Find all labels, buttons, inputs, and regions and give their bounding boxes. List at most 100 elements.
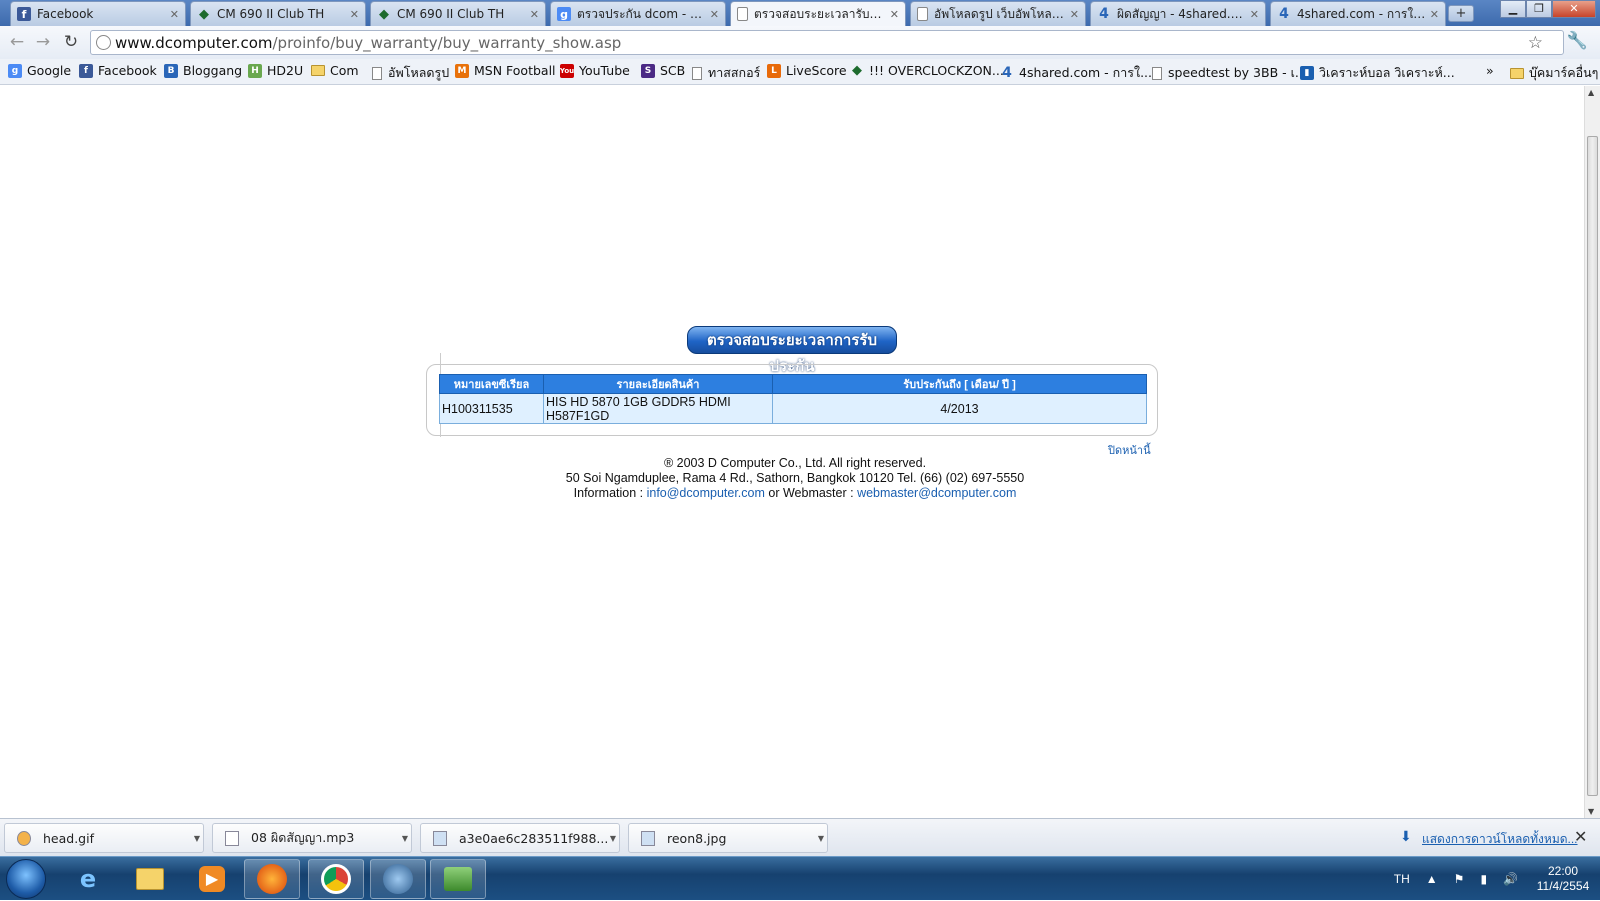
language-indicator[interactable]: TH <box>1394 872 1410 886</box>
tab-cm690-1[interactable]: ◆ CM 690 II Club TH ✕ <box>190 1 366 26</box>
bookmark-facebook[interactable]: f Facebook <box>79 63 157 78</box>
back-button[interactable]: ← <box>6 32 28 52</box>
maximize-button[interactable]: ❐ <box>1526 0 1552 18</box>
image-file-icon <box>641 830 655 846</box>
download-item[interactable]: reon8.jpg ▼ <box>628 823 828 853</box>
bookmark-youtube[interactable]: You YouTube <box>560 63 630 78</box>
msn-icon: M <box>455 63 469 78</box>
forward-button[interactable]: → <box>32 32 54 52</box>
close-icon[interactable]: ✕ <box>1070 8 1079 21</box>
close-icon[interactable]: ✕ <box>1574 827 1587 846</box>
taskbar-internet-explorer[interactable]: e <box>60 859 116 899</box>
tab-title: CM 690 II Club TH <box>397 7 505 21</box>
bookmark-label: !!! OVERCLOCKZON... <box>869 63 1004 78</box>
address-bar[interactable]: www.dcomputer.com/proinfo/buy_warranty/b… <box>90 30 1564 55</box>
taskbar-messenger[interactable] <box>370 859 426 899</box>
page-icon <box>692 66 702 80</box>
gif-file-icon <box>17 830 31 846</box>
bookmark-label: YouTube <box>579 63 630 78</box>
taskbar-firefox[interactable] <box>244 859 300 899</box>
show-all-downloads-link[interactable]: แสดงการดาวน์โหลดทั้งหมด... <box>1422 830 1578 849</box>
4shared-icon: 4 <box>1099 6 1109 22</box>
chevron-down-icon[interactable]: ▼ <box>607 834 619 843</box>
tab-4shared-2[interactable]: 4 4shared.com - การใช้แ... ✕ <box>1270 1 1446 26</box>
close-window-button[interactable]: ✕ <box>1552 0 1596 18</box>
check-warranty-button[interactable]: ตรวจสอบระยะเวลาการรับประกัน <box>687 326 897 375</box>
tab-4shared-1[interactable]: 4 ผิดสัญญา - 4shared.co... ✕ <box>1090 1 1266 26</box>
tab-facebook[interactable]: f Facebook ✕ <box>10 1 186 26</box>
header-serial: หมายเลขซีเรียล <box>439 374 544 394</box>
bookmark-upload[interactable]: อัพโหลดรูป <box>372 63 449 83</box>
diamond-icon: ◆ <box>852 63 862 78</box>
taskbar-media-player[interactable]: ▶ <box>184 859 240 899</box>
tab-title: อัพโหลดรูป เว็บอัพโหลดรู... <box>934 6 1066 21</box>
tab-warranty-active[interactable]: ตรวจสอบระยะเวลารับประ... ✕ <box>730 1 906 26</box>
scroll-up-icon[interactable]: ▲ <box>1588 88 1594 97</box>
close-icon[interactable]: ✕ <box>170 8 179 21</box>
taskbar-explorer[interactable] <box>122 859 178 899</box>
close-icon[interactable]: ✕ <box>1250 8 1259 21</box>
info-email-link[interactable]: info@dcomputer.com <box>647 486 765 500</box>
chevron-down-icon[interactable]: ▼ <box>815 834 827 843</box>
bookmark-google[interactable]: g Google <box>8 63 71 78</box>
bookmarks-overflow-button[interactable]: » <box>1486 63 1494 78</box>
close-icon[interactable]: ✕ <box>350 8 359 21</box>
bookmark-scb[interactable]: S SCB <box>641 63 685 78</box>
show-hidden-icons-icon[interactable]: ▲ <box>1426 872 1438 886</box>
diamond-icon: ◆ <box>199 6 209 22</box>
taskbar-chrome[interactable] <box>308 859 364 899</box>
minimize-button[interactable]: ▁ <box>1500 0 1526 18</box>
bookmark-4shared[interactable]: 4 4shared.com - การใ... <box>1000 63 1152 83</box>
start-button[interactable] <box>6 859 46 899</box>
detail-line: H587F1GD <box>546 408 610 423</box>
close-icon[interactable]: ✕ <box>530 8 539 21</box>
page-content: ตรวจสอบระยะเวลาการรับประกัน หมายเลขซีเรี… <box>0 86 1584 818</box>
webmaster-email-link[interactable]: webmaster@dcomputer.com <box>857 486 1016 500</box>
wrench-menu-icon[interactable]: 🔧 <box>1567 31 1588 51</box>
bookmark-overclockzone[interactable]: ◆ !!! OVERCLOCKZON... <box>850 63 1004 78</box>
cell-detail: HIS HD 5870 1GB GDDR5 HDMI H587F1GD <box>543 393 773 424</box>
new-tab-button[interactable]: + <box>1448 5 1474 22</box>
chevron-down-icon[interactable]: ▼ <box>399 834 411 843</box>
network-icon[interactable]: ▮ <box>1480 872 1487 886</box>
other-bookmarks[interactable]: บุ๊คมาร์คอื่นๆ <box>1510 63 1598 83</box>
bookmark-label: วิเคราะห์บอล วิเคราะห์... <box>1319 65 1455 80</box>
tab-upload[interactable]: อัพโหลดรูป เว็บอัพโหลดรู... ✕ <box>910 1 1086 26</box>
tab-cm690-2[interactable]: ◆ CM 690 II Club TH ✕ <box>370 1 546 26</box>
bookmark-speedtest[interactable]: speedtest by 3BB - เ... <box>1152 63 1307 83</box>
volume-icon[interactable]: 🔊 <box>1503 872 1518 886</box>
bookmark-thasscore[interactable]: ทาสสกอร์ <box>692 63 760 83</box>
download-item[interactable]: a3e0ae6c283511f988....jpg ▼ <box>420 823 620 853</box>
close-icon[interactable]: ✕ <box>710 8 719 21</box>
bookmark-msn-football[interactable]: M MSN Football <box>455 63 556 78</box>
clock[interactable]: 22:00 11/4/2554 <box>1526 864 1600 894</box>
bookmark-livescore[interactable]: L LiveScore <box>767 63 847 78</box>
bookmark-hd2u[interactable]: H HD2U <box>248 63 303 78</box>
close-icon[interactable]: ✕ <box>890 8 899 21</box>
download-item[interactable]: 08 ผิดสัญญา.mp3 ▼ <box>212 823 412 853</box>
bookmarks-bar: g Google f Facebook B Bloggang H HD2U Com อั… <box>0 59 1600 85</box>
reload-button[interactable]: ↻ <box>60 32 82 52</box>
page-icon: ▮ <box>1300 66 1314 80</box>
window-controls: ▁ ❐ ✕ <box>1500 0 1596 18</box>
tab-google-search[interactable]: g ตรวจประกัน dcom - ค้น... ✕ <box>550 1 726 26</box>
scroll-down-icon[interactable]: ▼ <box>1588 807 1594 816</box>
messenger-icon <box>383 864 413 894</box>
close-icon[interactable]: ✕ <box>1430 8 1439 21</box>
download-shelf: head.gif ▼ 08 ผิดสัญญา.mp3 ▼ a3e0ae6c283… <box>0 818 1600 856</box>
tab-title: CM 690 II Club TH <box>217 7 325 21</box>
taskbar-app[interactable] <box>430 859 486 899</box>
download-item[interactable]: head.gif ▼ <box>4 823 204 853</box>
bookmark-analysis[interactable]: ▮ วิเคราะห์บอล วิเคราะห์... <box>1300 63 1455 83</box>
bookmark-star-icon[interactable]: ☆ <box>1528 33 1543 53</box>
action-center-flag-icon[interactable]: ⚑ <box>1454 872 1465 886</box>
contact-line: Information : info@dcomputer.com or Webm… <box>400 486 1190 501</box>
scrollbar-thumb[interactable] <box>1587 136 1598 796</box>
webmaster-label: or Webmaster : <box>764 486 858 500</box>
chevron-down-icon[interactable]: ▼ <box>191 834 203 843</box>
bookmark-bloggang[interactable]: B Bloggang <box>164 63 242 78</box>
page-icon <box>917 7 928 21</box>
bookmark-folder-com[interactable]: Com <box>311 63 359 78</box>
vertical-scrollbar[interactable]: ▲ ▼ <box>1584 86 1600 818</box>
bookmark-label: MSN Football <box>474 63 556 78</box>
